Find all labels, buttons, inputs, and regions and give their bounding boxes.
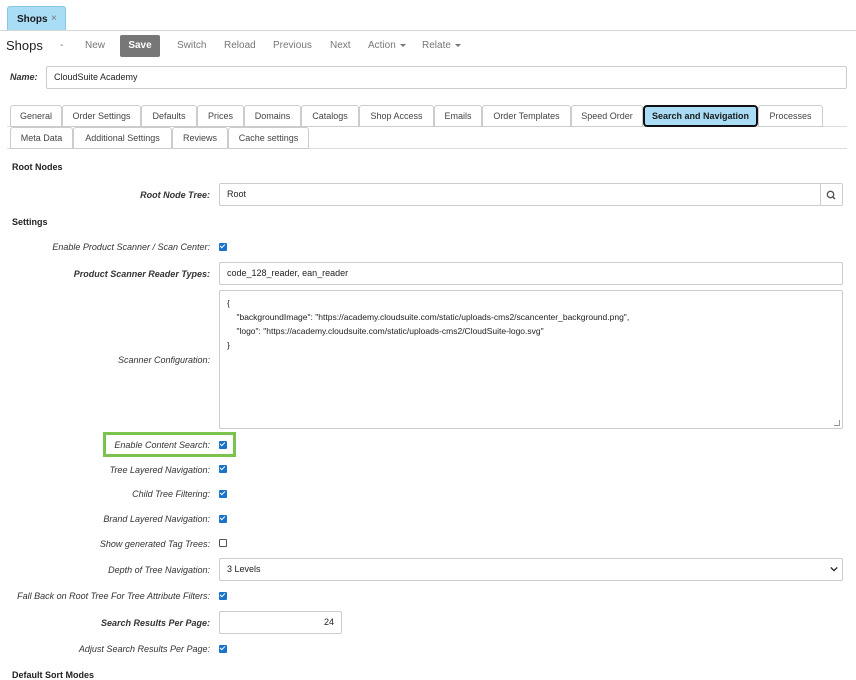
reader-types-label: Product Scanner Reader Types: [73, 269, 210, 279]
tab-cache-settings[interactable]: Cache settings [228, 127, 309, 149]
page-title: Shops [6, 38, 43, 53]
next-button[interactable]: Next [330, 35, 351, 57]
name-label: Name: [10, 72, 38, 82]
save-button[interactable]: Save [120, 35, 160, 57]
name-input[interactable]: CloudSuite Academy [46, 66, 847, 89]
tab-prices[interactable]: Prices [197, 105, 244, 127]
section-heading-default-sort-modes: Default Sort Modes [12, 670, 95, 680]
tab-emails[interactable]: Emails [434, 105, 482, 127]
toolbar: Shops - New Save Switch Reload Previous … [0, 35, 856, 59]
tab-speed-order[interactable]: Speed Order [571, 105, 643, 127]
adjust-results-per-page-checkbox[interactable] [219, 645, 227, 653]
reader-types-input[interactable]: code_128_reader, ean_reader [219, 262, 843, 285]
action-dropdown-button[interactable]: Action [368, 35, 406, 57]
action-label: Action [368, 40, 396, 51]
new-button[interactable]: New [85, 35, 105, 57]
relate-label: Relate [422, 40, 451, 51]
child-tree-filtering-label: Child Tree Filtering: [132, 489, 210, 499]
tab-catalogs[interactable]: Catalogs [301, 105, 359, 127]
show-generated-tag-trees-checkbox[interactable] [219, 539, 227, 547]
scanner-config-label: Scanner Configuration: [117, 355, 210, 365]
caret-down-icon [399, 43, 406, 47]
enable-content-search-label: Enable Content Search: [114, 440, 210, 450]
child-tree-filtering-checkbox[interactable] [219, 490, 227, 498]
shops-tab-label: Shops [17, 14, 48, 25]
caret-down-icon [454, 43, 461, 47]
search-icon [826, 190, 836, 200]
brand-layered-nav-label: Brand Layered Navigation: [103, 514, 210, 524]
scanner-config-textarea[interactable]: { "backgroundImage": "https://academy.cl… [219, 290, 843, 429]
adjust-results-per-page-label: Adjust Search Results Per Page: [78, 644, 210, 654]
root-node-search-button[interactable] [820, 183, 843, 206]
depth-tree-nav-select[interactable]: 3 Levels [219, 558, 843, 581]
tab-meta-data[interactable]: Meta Data [10, 127, 73, 149]
tree-layered-nav-checkbox[interactable] [219, 465, 227, 473]
tab-reviews[interactable]: Reviews [172, 127, 228, 149]
section-tabs: General Order Settings Defaults Prices D… [0, 104, 856, 149]
root-node-tree-input[interactable]: Root [219, 183, 821, 206]
switch-button[interactable]: Switch [177, 35, 206, 57]
relate-dropdown-button[interactable]: Relate [422, 35, 461, 57]
tab-order-templates[interactable]: Order Templates [482, 105, 571, 127]
fallback-root-tree-label: Fall Back on Root Tree For Tree Attribut… [17, 591, 210, 601]
enable-content-search-checkbox[interactable] [219, 441, 227, 449]
previous-button[interactable]: Previous [273, 35, 312, 57]
section-heading-settings: Settings [12, 217, 48, 227]
tab-general[interactable]: General [10, 105, 62, 127]
resize-handle-icon[interactable] [834, 420, 840, 426]
tab-processes[interactable]: Processes [758, 105, 823, 127]
depth-tree-nav-value: 3 Levels [227, 564, 261, 574]
scanner-config-text: { "backgroundImage": "https://academy.cl… [227, 298, 630, 350]
chevron-down-icon [830, 566, 838, 572]
tab-additional-settings[interactable]: Additional Settings [73, 127, 172, 149]
close-icon[interactable]: × [51, 13, 57, 24]
root-node-tree-label: Root Node Tree: [140, 190, 210, 200]
brand-layered-nav-checkbox[interactable] [219, 515, 227, 523]
document-tab-strip: Shops × [0, 0, 856, 31]
tab-domains[interactable]: Domains [244, 105, 301, 127]
depth-tree-nav-label: Depth of Tree Navigation: [108, 565, 210, 575]
tab-shop-access[interactable]: Shop Access [359, 105, 434, 127]
tree-layered-nav-label: Tree Layered Navigation: [109, 465, 210, 475]
results-per-page-input[interactable]: 24 [219, 611, 342, 634]
reload-button[interactable]: Reload [224, 35, 256, 57]
section-heading-root-nodes: Root Nodes [12, 162, 63, 172]
tab-search-and-navigation[interactable]: Search and Navigation [643, 105, 758, 127]
tab-order-settings[interactable]: Order Settings [62, 105, 141, 127]
results-per-page-label: Search Results Per Page: [100, 618, 210, 628]
show-generated-tag-trees-label: Show generated Tag Trees: [99, 539, 210, 549]
fallback-root-tree-checkbox[interactable] [219, 592, 227, 600]
tab-defaults[interactable]: Defaults [141, 105, 197, 127]
enable-scanner-label: Enable Product Scanner / Scan Center: [52, 242, 210, 252]
enable-scanner-checkbox[interactable] [219, 243, 227, 251]
shops-document-tab[interactable]: Shops × [7, 6, 66, 30]
title-dropdown-button[interactable]: - [60, 35, 63, 57]
